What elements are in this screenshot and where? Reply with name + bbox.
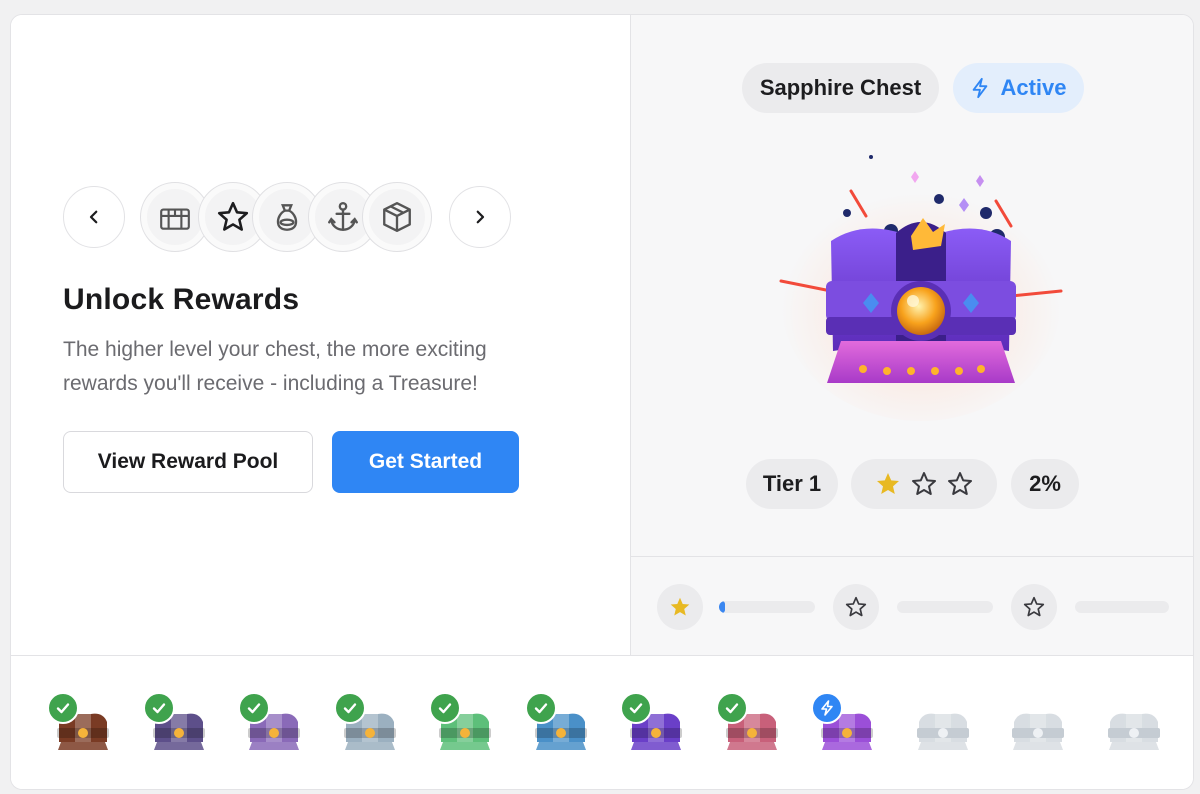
checkmark-icon — [438, 703, 452, 714]
completed-badge — [333, 692, 366, 724]
milestone-track-fill — [719, 601, 725, 613]
tier-chest-7[interactable] — [620, 690, 696, 760]
money-bag-icon — [276, 204, 298, 231]
sapphire-chest-illustration — [779, 155, 1063, 421]
star-empty-icon — [912, 472, 936, 495]
milestone-track-1 — [719, 601, 815, 613]
milestone-progress — [631, 556, 1193, 655]
milestone-track-2 — [897, 601, 993, 613]
checkmark-icon — [534, 703, 547, 714]
left-panel: Unlock Rewards The higher level your che… — [11, 15, 630, 655]
tier-chest-2[interactable] — [142, 690, 219, 760]
tier-chest-12[interactable] — [1098, 690, 1174, 760]
tier-chest-5[interactable] — [429, 690, 505, 760]
checkmark-icon — [343, 703, 356, 714]
tier-chest-10[interactable] — [907, 690, 983, 760]
active-badge — [811, 692, 843, 724]
checkmark-icon — [247, 703, 261, 714]
carousel-prev-button[interactable] — [63, 186, 125, 248]
lightning-icon — [973, 77, 988, 99]
tier-chest-1[interactable] — [47, 690, 123, 760]
status-label: Active — [1000, 75, 1067, 100]
star-empty-icon — [948, 472, 972, 495]
checkmark-icon — [56, 703, 70, 714]
chest-icon — [916, 713, 969, 750]
progress-percent-badge: 2% — [1011, 459, 1079, 509]
star-rating — [851, 459, 997, 509]
description-text: The higher level your chest, the more ex… — [63, 338, 487, 395]
chest-carousel — [63, 183, 523, 251]
status-badge: Active — [953, 63, 1084, 113]
completed-badge — [620, 692, 652, 724]
lightning-icon — [821, 700, 833, 716]
completed-badge — [524, 692, 557, 724]
tier-chest-4[interactable] — [333, 690, 410, 760]
chest-icon — [1012, 713, 1064, 750]
star-filled-icon — [877, 473, 899, 494]
chest-name-badge: Sapphire Chest — [742, 63, 939, 113]
tier-badge: Tier 1 — [746, 459, 838, 509]
tier-chest-9[interactable] — [811, 690, 887, 760]
chest-icon — [1107, 713, 1160, 750]
rewards-card: Unlock Rewards The higher level your che… — [10, 14, 1194, 790]
chest-detail-panel: Sapphire Chest Active Tier 1 2% — [630, 15, 1193, 655]
completed-badge — [47, 692, 79, 724]
star-empty-icon — [845, 596, 867, 617]
tier-chest-8[interactable] — [715, 690, 792, 760]
tier-chest-6[interactable] — [524, 690, 601, 760]
view-reward-pool-button[interactable]: View Reward Pool — [63, 431, 313, 493]
checkmark-icon — [629, 703, 643, 714]
star-icon — [217, 201, 249, 231]
chest-tier-strip — [11, 655, 1193, 789]
carousel-next-button[interactable] — [449, 186, 511, 248]
milestone-star-3 — [1011, 584, 1057, 630]
chevron-left-icon — [89, 210, 98, 224]
tier-chest-11[interactable] — [1002, 690, 1078, 760]
completed-badge — [429, 692, 461, 724]
milestone-track-3 — [1075, 601, 1169, 613]
milestone-star-1 — [657, 584, 703, 630]
treasure-chest-icon — [160, 208, 190, 230]
get-started-button[interactable]: Get Started — [332, 431, 519, 493]
completed-badge — [142, 692, 175, 724]
completed-badge — [238, 692, 270, 724]
checkmark-icon — [725, 703, 738, 714]
milestone-star-2 — [833, 584, 879, 630]
star-filled-icon — [670, 597, 690, 616]
chevron-right-icon — [476, 210, 485, 224]
checkmark-icon — [152, 703, 165, 714]
tier-chest-3[interactable] — [238, 690, 314, 760]
star-empty-icon — [1023, 596, 1045, 617]
page-title: Unlock Rewards — [63, 283, 300, 316]
completed-badge — [715, 692, 748, 724]
box-icon — [383, 202, 411, 232]
carousel-chest-5[interactable] — [363, 183, 431, 251]
anchor-icon — [328, 202, 358, 231]
